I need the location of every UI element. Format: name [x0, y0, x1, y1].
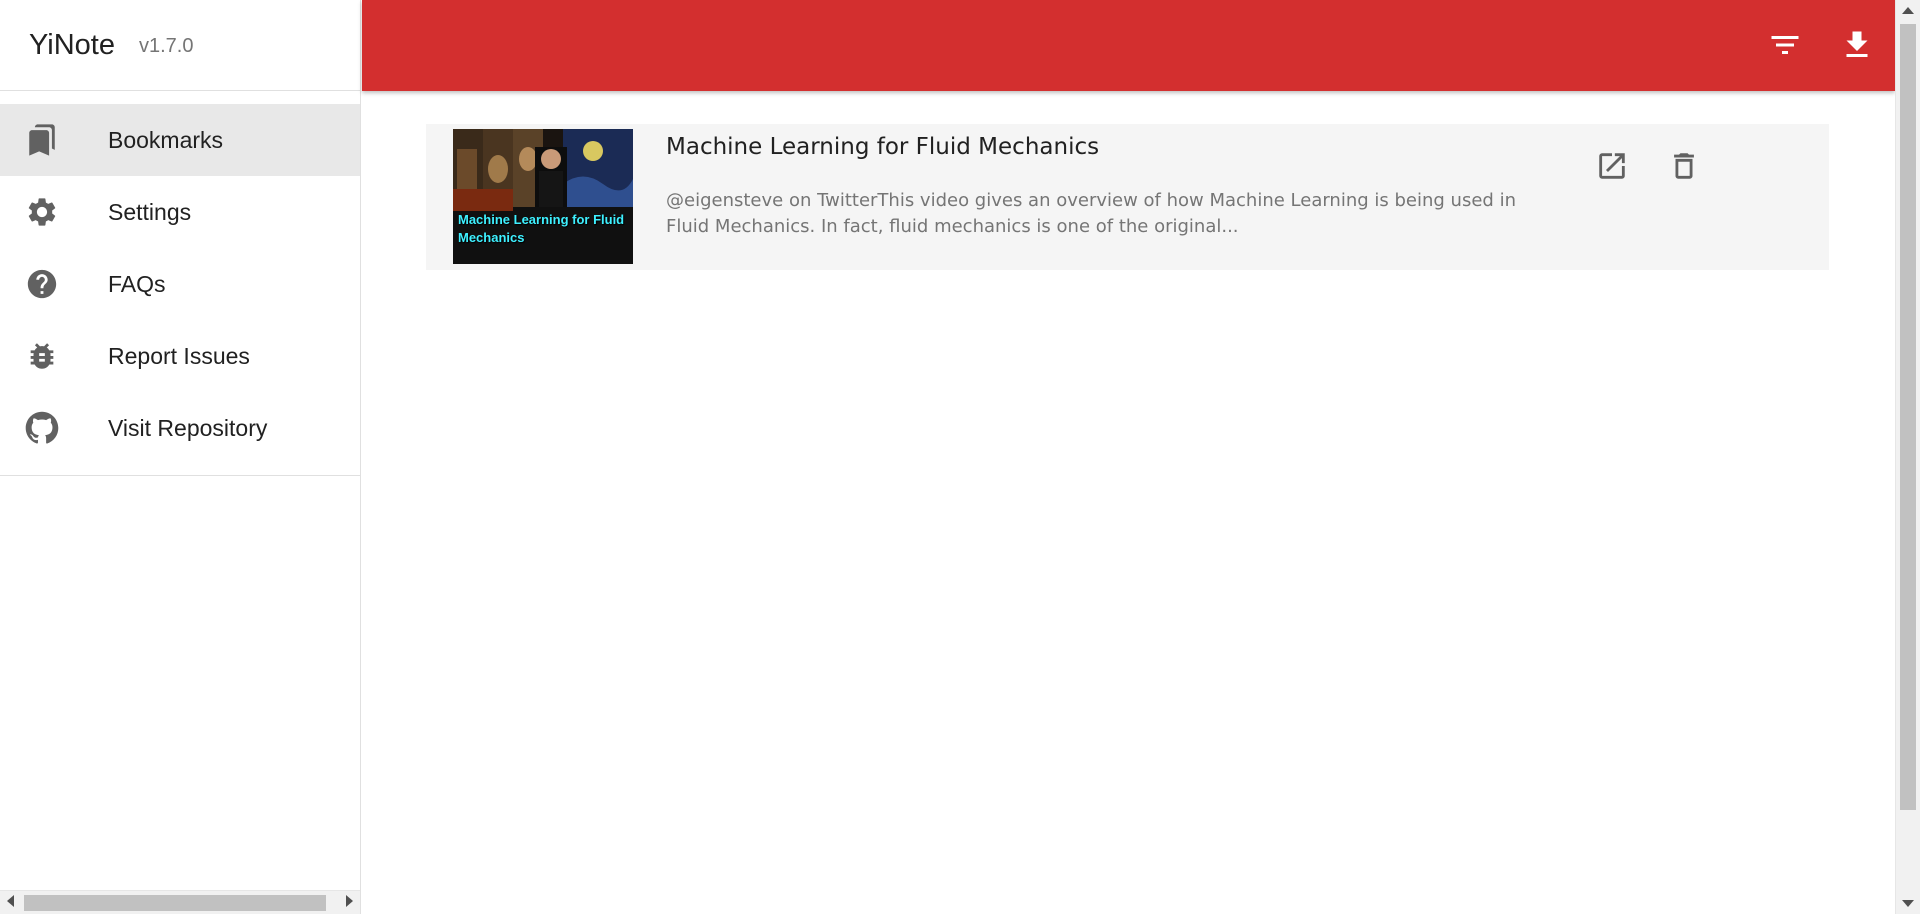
- sidebar-item-bookmarks[interactable]: Bookmarks: [0, 104, 360, 176]
- sidebar-item-label: Bookmarks: [108, 126, 224, 153]
- horizontal-scrollbar[interactable]: [0, 890, 360, 914]
- gear-icon: [24, 194, 60, 230]
- github-icon: [24, 410, 60, 446]
- app-version: v1.7.0: [138, 34, 194, 57]
- bug-icon: [24, 338, 60, 374]
- app-brand: YiNote v1.7.0: [0, 0, 360, 91]
- sidebar-item-faqs[interactable]: FAQs: [0, 248, 360, 320]
- filter-button[interactable]: [1765, 27, 1805, 67]
- sidebar-item-visit-repository[interactable]: Visit Repository: [0, 392, 360, 464]
- download-button[interactable]: [1837, 27, 1877, 67]
- scroll-up-arrow-icon[interactable]: [1902, 7, 1914, 14]
- help-icon: [24, 266, 60, 302]
- open-bookmark-button[interactable]: [1592, 148, 1632, 188]
- bookmark-title[interactable]: Machine Learning for Fluid Mechanics: [666, 134, 1099, 160]
- app-name: YiNote: [29, 28, 115, 61]
- sidebar-item-report-issues[interactable]: Report Issues: [0, 320, 360, 392]
- sidebar-item-label: Report Issues: [108, 342, 250, 369]
- sidebar-item-label: FAQs: [108, 270, 166, 297]
- open-in-new-icon: [1595, 149, 1629, 188]
- scroll-left-arrow-icon[interactable]: [7, 895, 14, 907]
- scroll-down-arrow-icon[interactable]: [1902, 900, 1914, 907]
- horizontal-scroll-thumb[interactable]: [24, 895, 326, 911]
- scroll-right-arrow-icon[interactable]: [346, 895, 353, 907]
- sidebar: YiNote v1.7.0 Bookmarks Settings FAQs Re…: [0, 0, 361, 914]
- sidebar-item-settings[interactable]: Settings: [0, 176, 360, 248]
- sidebar-nav: Bookmarks Settings FAQs Report Issues Vi…: [0, 91, 360, 476]
- bookmark-card[interactable]: Machine Learning for Fluid Mechanics Mac…: [426, 124, 1829, 270]
- sidebar-item-label: Settings: [108, 198, 192, 225]
- sidebar-item-label: Visit Repository: [108, 414, 268, 441]
- delete-icon: [1667, 149, 1701, 188]
- download-icon: [1839, 27, 1875, 68]
- vertical-scroll-thumb[interactable]: [1900, 24, 1916, 810]
- delete-bookmark-button[interactable]: [1664, 148, 1704, 188]
- video-thumbnail[interactable]: Machine Learning for Fluid Mechanics: [453, 129, 633, 264]
- filter-icon: [1767, 27, 1803, 68]
- vertical-scrollbar[interactable]: [1895, 0, 1920, 914]
- thumbnail-caption: Machine Learning for Fluid Mechanics: [458, 212, 625, 245]
- top-app-bar: [362, 0, 1895, 91]
- bookmark-description: @eigensteve on TwitterThis video gives a…: [666, 190, 1516, 237]
- bookmarks-icon: [24, 122, 60, 158]
